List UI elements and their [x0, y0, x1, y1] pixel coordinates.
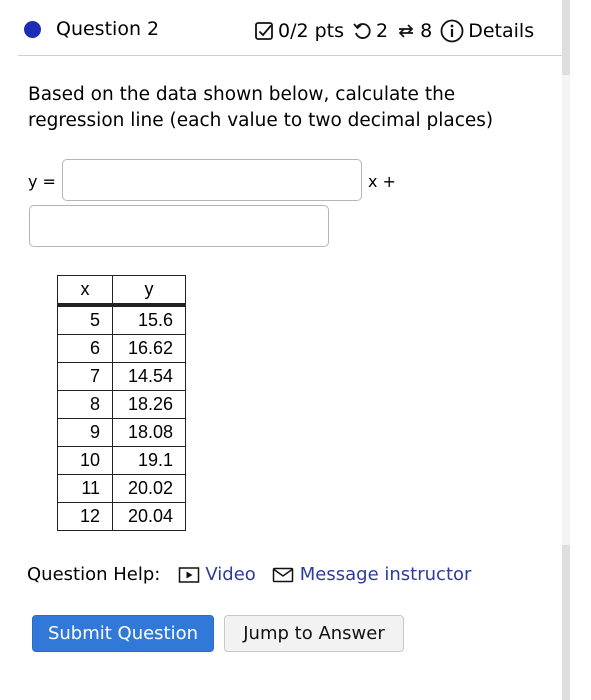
x-plus-label: x +	[368, 172, 396, 191]
table-row: 7 14.54	[57, 362, 186, 391]
checkbox-icon	[255, 22, 273, 40]
slope-input[interactable]	[62, 159, 362, 201]
table-row: 11 20.02	[57, 474, 186, 503]
question-status-dot	[24, 21, 41, 38]
cell-y: 18.26	[112, 390, 186, 419]
cell-y: 19.1	[112, 446, 186, 475]
mail-icon	[272, 567, 294, 582]
scrollbar-thumb[interactable]	[562, 75, 570, 545]
info-icon[interactable]	[440, 19, 464, 43]
question-help-label: Question Help:	[27, 564, 161, 585]
attempts-icon	[398, 24, 414, 38]
question-meta: 0/2 pts 2 8 Details	[254, 19, 534, 43]
cell-x: 10	[57, 446, 113, 475]
cell-y: 18.08	[112, 418, 186, 447]
video-link-label[interactable]: Video	[205, 564, 255, 585]
jump-to-answer-button[interactable]: Jump to Answer	[224, 615, 404, 652]
cell-x: 7	[57, 362, 113, 391]
video-icon	[179, 566, 200, 583]
cell-x: 9	[57, 418, 113, 447]
cell-y: 15.6	[112, 304, 186, 335]
cell-y: 20.04	[112, 502, 186, 531]
cell-y: 16.62	[112, 334, 186, 363]
cell-y: 20.02	[112, 474, 186, 503]
table-row: 8 18.26	[57, 390, 186, 419]
header-divider	[18, 55, 562, 56]
video-link[interactable]: Video	[178, 564, 256, 585]
table-row: 12 20.04	[57, 502, 186, 531]
table-row: 10 19.1	[57, 446, 186, 475]
cell-x: 5	[57, 304, 113, 335]
intercept-input[interactable]	[29, 205, 329, 247]
retries-count: 2	[376, 20, 389, 42]
cell-x: 11	[57, 474, 113, 503]
cell-x: 12	[57, 502, 113, 531]
message-instructor-label[interactable]: Message instructor	[300, 564, 472, 585]
table-row: 6 16.62	[57, 334, 186, 363]
header-y: y	[112, 275, 186, 307]
y-equals-label: y =	[28, 172, 56, 191]
message-instructor-link[interactable]: Message instructor	[272, 564, 472, 585]
details-link[interactable]: Details	[468, 20, 534, 42]
page-edge	[570, 0, 591, 700]
question-help: Question Help: Video Message instructor	[27, 564, 471, 585]
retry-icon	[353, 23, 371, 39]
table-header-row: x y	[57, 275, 186, 307]
points-text: 0/2 pts	[278, 20, 345, 42]
question-prompt: Based on the data shown below, calculate…	[28, 84, 494, 131]
question-title: Question 2	[56, 18, 160, 40]
cell-y: 14.54	[112, 362, 186, 391]
table-row: 9 18.08	[57, 418, 186, 447]
data-table: x y 5 15.6 6 16.62 7 14.54 8 18.26 9 18.…	[57, 275, 186, 531]
cell-x: 6	[57, 334, 113, 363]
attempts-count: 8	[420, 20, 433, 42]
cell-x: 8	[57, 390, 113, 419]
submit-question-button[interactable]: Submit Question	[32, 615, 214, 652]
table-row: 5 15.6	[57, 304, 186, 335]
header-x: x	[57, 275, 113, 307]
